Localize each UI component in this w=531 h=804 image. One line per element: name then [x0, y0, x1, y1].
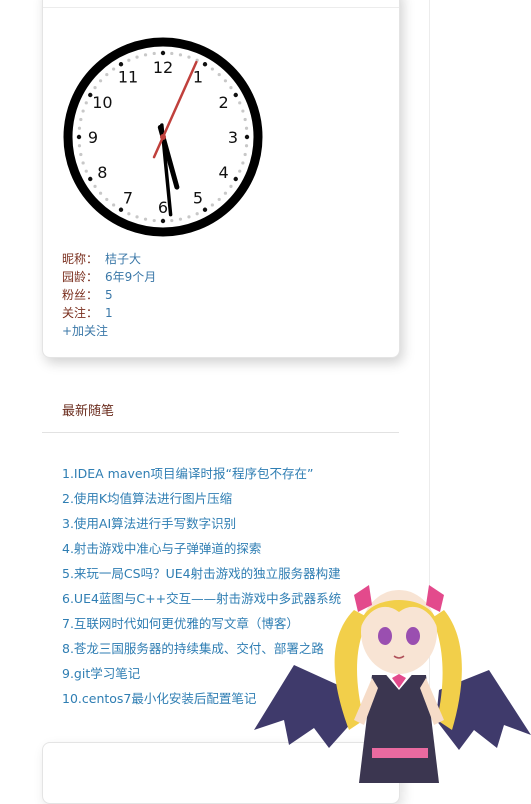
clock-numeral: 4	[219, 163, 229, 182]
recent-posts-title: 最新随笔	[62, 404, 115, 419]
clock-numeral: 12	[153, 58, 173, 77]
minute-tick	[223, 191, 228, 195]
clock-numeral: 8	[97, 163, 107, 182]
minute-tick	[77, 144, 82, 148]
hour-tick	[202, 62, 208, 67]
hour-tick	[244, 134, 250, 140]
minute-tick	[187, 55, 191, 59]
minute-tick	[178, 217, 183, 221]
minute-tick	[84, 169, 88, 173]
minute-tick	[238, 101, 242, 105]
clock-numeral: 2	[219, 93, 229, 112]
right-eye	[406, 627, 420, 645]
minute-tick	[105, 72, 109, 77]
profile-info: 昵称： 桔子大 园龄： 6年9个月 粉丝： 5 关注： 1 +加关注	[62, 250, 156, 340]
minute-tick	[244, 126, 249, 130]
clock-numeral: 1	[193, 67, 203, 86]
minute-tick	[127, 58, 131, 62]
minute-tick	[210, 67, 214, 71]
minute-tick	[143, 217, 148, 221]
minute-tick	[93, 86, 97, 90]
minute-tick	[241, 161, 245, 165]
minute-tick	[93, 184, 97, 188]
mascot-character[interactable]	[254, 570, 531, 783]
follow-button[interactable]: +加关注	[62, 322, 156, 340]
hour-tick	[76, 134, 82, 140]
fans-label: 粉丝：	[62, 288, 99, 302]
section-divider	[42, 432, 399, 433]
profile-fans-row: 粉丝： 5	[62, 286, 156, 304]
minute-tick	[170, 218, 174, 223]
minute-tick	[187, 215, 191, 219]
clock-numeral: 11	[118, 67, 138, 86]
profile-following-row: 关注： 1	[62, 304, 156, 322]
hour-tick	[233, 92, 238, 98]
dress-sash	[372, 748, 428, 758]
hour-tick	[160, 218, 166, 224]
minute-tick	[143, 53, 148, 57]
minute-tick	[79, 152, 83, 157]
clock-numeral: 7	[123, 189, 133, 208]
minute-tick	[135, 55, 139, 59]
minute-tick	[178, 53, 183, 57]
minute-tick	[135, 215, 139, 219]
minute-tick	[98, 191, 103, 195]
minute-tick	[217, 197, 221, 202]
nickname-label: 昵称：	[62, 252, 99, 266]
hour-tick	[233, 176, 238, 182]
post-link[interactable]: 1.IDEA maven项目编译时报“程序包不存在”	[62, 462, 341, 487]
age-link[interactable]: 6年9个月	[105, 268, 156, 286]
hour-tick	[202, 207, 208, 212]
minute-tick	[170, 51, 174, 56]
minute-tick	[229, 184, 233, 188]
minute-tick	[238, 169, 242, 173]
minute-tick	[112, 203, 116, 207]
minute-tick	[77, 126, 82, 130]
minute-tick	[195, 212, 199, 216]
following-label: 关注：	[62, 306, 99, 320]
clock-widget: 12 12 3 45 6 78 9 10 11	[63, 37, 263, 237]
minute-tick	[81, 109, 85, 113]
card-divider	[43, 7, 399, 8]
minute-tick	[229, 86, 233, 90]
clock-numeral: 3	[228, 128, 238, 147]
minute-tick	[79, 117, 83, 122]
minute-tick	[244, 144, 249, 148]
clock-center	[160, 134, 166, 140]
hour-tick	[118, 207, 124, 212]
minute-tick	[223, 79, 228, 83]
minute-tick	[112, 67, 116, 71]
minute-tick	[152, 218, 156, 223]
minute-tick	[98, 79, 103, 83]
minute-tick	[84, 101, 88, 105]
profile-nickname-row: 昵称： 桔子大	[62, 250, 156, 268]
minute-tick	[217, 72, 221, 77]
post-link[interactable]: 3.使用AI算法进行手写数字识别	[62, 512, 341, 537]
clock-numeral: 9	[88, 128, 98, 147]
minute-tick	[81, 161, 85, 165]
minute-tick	[243, 117, 247, 122]
fans-link[interactable]: 5	[105, 286, 113, 304]
nickname-link[interactable]: 桔子大	[105, 250, 141, 268]
hour-tick	[88, 176, 93, 182]
minute-tick	[241, 109, 245, 113]
hour-tick	[160, 50, 166, 56]
age-label: 园龄：	[62, 270, 99, 284]
profile-age-row: 园龄： 6年9个月	[62, 268, 156, 286]
post-link[interactable]: 4.射击游戏中准心与子弹弹道的探索	[62, 537, 341, 562]
minute-tick	[243, 152, 247, 157]
minute-tick	[105, 197, 109, 202]
hour-tick	[118, 62, 124, 67]
following-link[interactable]: 1	[105, 304, 113, 322]
clock-numeral: 6	[158, 198, 168, 217]
left-eye	[378, 627, 392, 645]
minute-tick	[127, 212, 131, 216]
minute-tick	[210, 203, 214, 207]
minute-tick	[152, 51, 156, 56]
clock-numeral: 5	[193, 189, 203, 208]
clock-numeral: 10	[92, 93, 112, 112]
post-link[interactable]: 2.使用K均值算法进行图片压缩	[62, 487, 341, 512]
